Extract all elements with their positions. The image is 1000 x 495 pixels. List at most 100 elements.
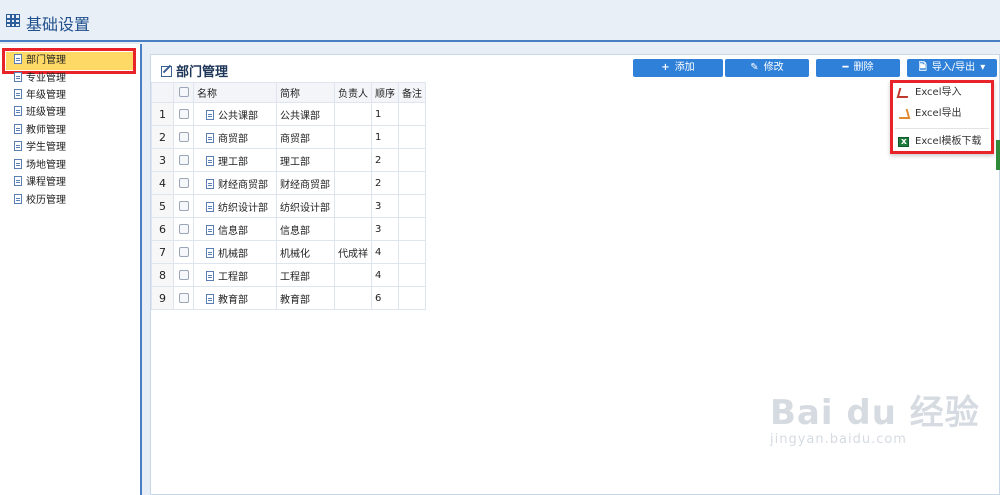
table-row[interactable]: 2 商贸部 商贸部 1: [151, 125, 426, 149]
edit-button-label: 修改: [763, 62, 784, 73]
menu-divider: [895, 128, 989, 129]
cell-head: [334, 148, 372, 172]
sidebar-item-grade[interactable]: 年级管理: [14, 88, 66, 104]
cell-order: 3: [371, 194, 399, 218]
row-checkbox-cell[interactable]: [173, 148, 194, 172]
row-checkbox-cell[interactable]: [173, 194, 194, 218]
add-button[interactable]: + 添加: [633, 59, 723, 77]
row-checkbox[interactable]: [178, 292, 189, 303]
document-icon: [14, 54, 22, 64]
row-checkbox[interactable]: [178, 131, 189, 142]
table-row[interactable]: 7 机械部 机械化 代成祥 4: [151, 240, 426, 264]
cell-head: [334, 102, 372, 126]
document-icon: [14, 106, 22, 116]
table-icon: [6, 14, 20, 27]
document-icon: [14, 141, 22, 151]
column-header-note[interactable]: 备注: [398, 82, 426, 103]
import-export-button[interactable]: 🗎 导入/导出 ▾: [907, 59, 997, 77]
document-icon: [14, 194, 22, 204]
sidebar-item-course[interactable]: 课程管理: [14, 175, 66, 191]
row-checkbox[interactable]: [178, 246, 189, 257]
cell-order: 6: [371, 286, 399, 310]
cell-name: 信息部: [193, 217, 277, 241]
watermark: Bai du 经验 jingyan.baidu.com: [770, 385, 980, 447]
edit-button[interactable]: ✎ 修改: [725, 59, 809, 77]
baidu-jingyan-logo: Bai du 经验: [770, 393, 980, 433]
row-checkbox-cell[interactable]: [173, 240, 194, 264]
menu-item-template-download[interactable]: Excel模板下载: [893, 132, 991, 152]
table-row[interactable]: 1 公共课部 公共课部 1: [151, 102, 426, 126]
cell-name-text: 理工部: [218, 156, 248, 168]
row-checkbox-cell[interactable]: [173, 102, 194, 126]
sidebar-item-label: 课程管理: [26, 177, 66, 188]
cell-name: 理工部: [193, 148, 277, 172]
row-checkbox[interactable]: [178, 223, 189, 234]
sidebar-item-label: 部门管理: [26, 55, 66, 66]
cell-short: 信息部: [276, 217, 335, 241]
cell-order: 1: [371, 102, 399, 126]
cell-head: [334, 171, 372, 195]
page-title: 基础设置: [26, 15, 91, 34]
row-checkbox-cell[interactable]: [173, 125, 194, 149]
table-row[interactable]: 6 信息部 信息部 3: [151, 217, 426, 241]
cell-head: [334, 194, 372, 218]
cell-name: 机械部: [193, 240, 277, 264]
cell-name-text: 商贸部: [218, 133, 248, 145]
row-checkbox[interactable]: [178, 154, 189, 165]
cell-head: 代成祥: [334, 240, 372, 264]
table-row[interactable]: 3 理工部 理工部 2: [151, 148, 426, 172]
row-number: 8: [151, 263, 174, 287]
sidebar-item-label: 场地管理: [26, 160, 66, 171]
minus-icon: ━: [842, 62, 849, 73]
cell-note: [398, 148, 426, 172]
row-checkbox[interactable]: [178, 177, 189, 188]
sidebar-item-venue[interactable]: 场地管理: [14, 158, 66, 174]
sidebar-item-student[interactable]: 学生管理: [14, 140, 66, 156]
row-checkbox-cell[interactable]: [173, 263, 194, 287]
cell-note: [398, 171, 426, 195]
sidebar-item-teacher[interactable]: 教师管理: [14, 123, 66, 139]
row-checkbox[interactable]: [178, 200, 189, 211]
row-checkbox[interactable]: [178, 108, 189, 119]
cell-order: 2: [371, 171, 399, 195]
delete-button[interactable]: ━ 删除: [816, 59, 900, 77]
select-all-checkbox[interactable]: [178, 87, 189, 97]
table-row[interactable]: 8 工程部 工程部 4: [151, 263, 426, 287]
document-icon: [14, 72, 22, 82]
cell-head: [334, 125, 372, 149]
column-header-short[interactable]: 简称: [276, 82, 335, 103]
sidebar-item-department[interactable]: 部门管理: [14, 53, 66, 69]
row-checkbox[interactable]: [178, 269, 189, 280]
row-number-header: [151, 82, 174, 103]
caret-down-icon: ▾: [980, 62, 986, 73]
sidebar-item-class[interactable]: 班级管理: [14, 105, 66, 121]
side-scroll-tab[interactable]: [996, 140, 1000, 170]
menu-item-excel-import[interactable]: Excel导入: [893, 83, 991, 103]
table-header-row: 名称 简称 负责人 顺序 备注: [151, 82, 426, 103]
cell-name-text: 工程部: [218, 271, 248, 283]
row-checkbox-cell[interactable]: [173, 171, 194, 195]
document-icon: [206, 270, 214, 281]
menu-item-excel-export[interactable]: Excel导出: [893, 104, 991, 124]
table-row[interactable]: 4 财经商贸部 财经商贸部 2: [151, 171, 426, 195]
sidebar-item-calendar[interactable]: 校历管理: [14, 193, 66, 209]
cell-order: 4: [371, 240, 399, 264]
table-row[interactable]: 5 纺织设计部 纺织设计部 3: [151, 194, 426, 218]
cell-name: 教育部: [193, 286, 277, 310]
cell-note: [398, 286, 426, 310]
excel-icon: [898, 132, 909, 152]
cell-name-text: 信息部: [218, 225, 248, 237]
top-header: 基础设置: [0, 0, 1000, 42]
table-row[interactable]: 9 教育部 教育部 6: [151, 286, 426, 310]
document-icon: [206, 201, 214, 212]
select-all-checkbox-cell[interactable]: [173, 82, 194, 103]
column-header-name[interactable]: 名称: [193, 82, 277, 103]
document-icon: [14, 176, 22, 186]
row-checkbox-cell[interactable]: [173, 286, 194, 310]
cell-note: [398, 240, 426, 264]
column-header-order[interactable]: 顺序: [371, 82, 399, 103]
row-checkbox-cell[interactable]: [173, 217, 194, 241]
column-header-head[interactable]: 负责人: [334, 82, 372, 103]
sidebar-item-major[interactable]: 专业管理: [14, 71, 66, 87]
document-icon: [14, 124, 22, 134]
